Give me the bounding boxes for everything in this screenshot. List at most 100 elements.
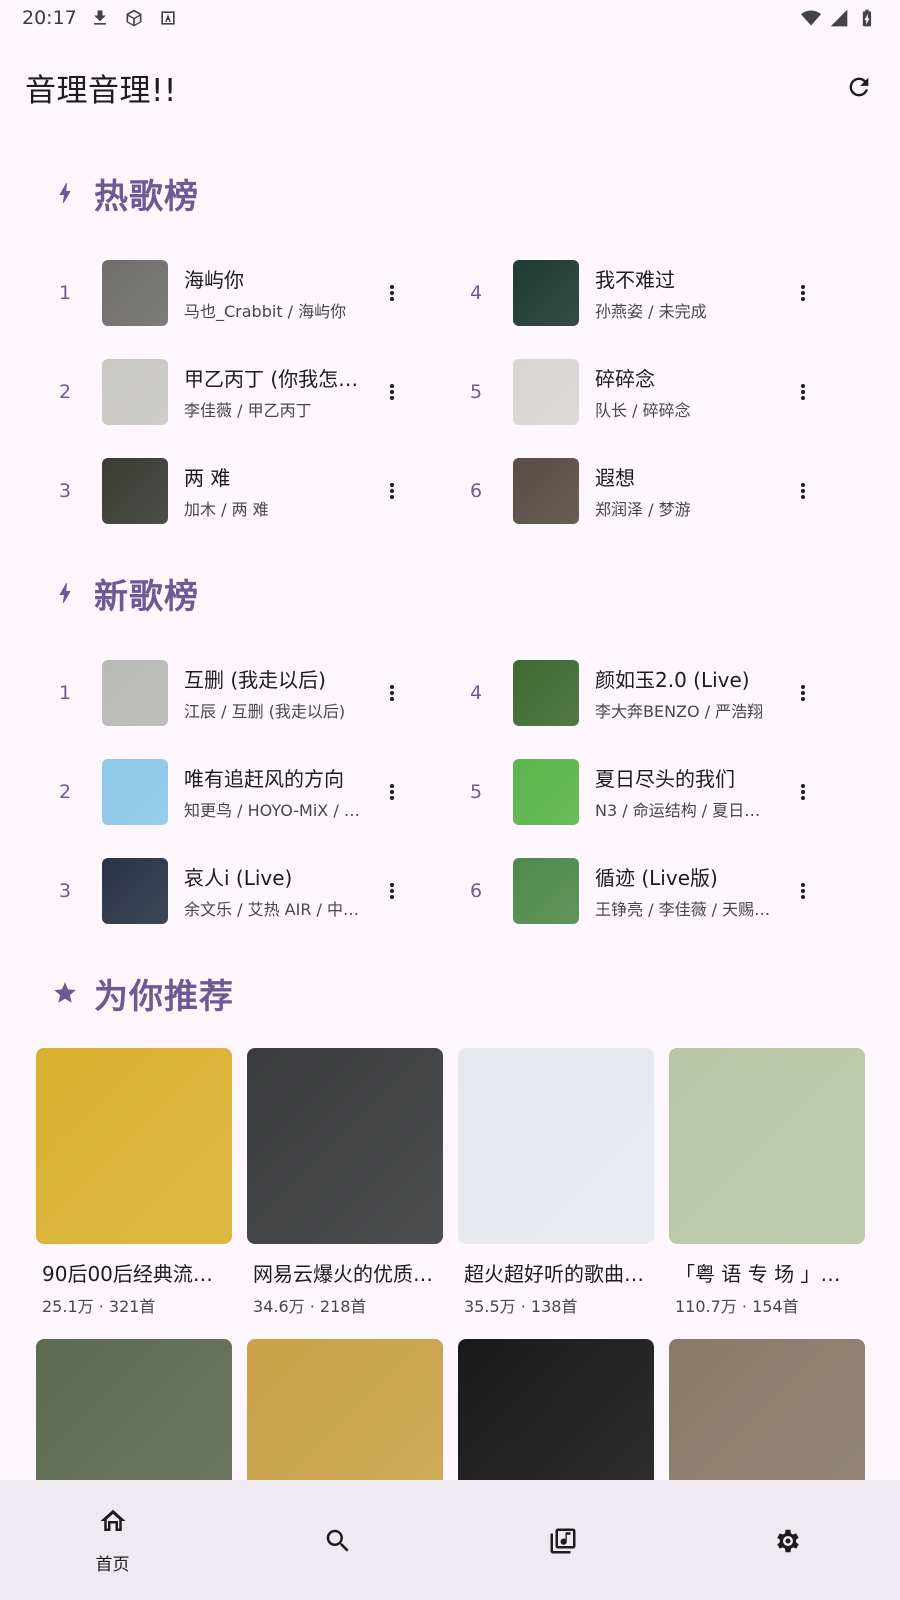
app-bar: 音理音理!!	[0, 55, 900, 119]
song-title: 海屿你	[184, 267, 244, 292]
more-vert-icon	[390, 482, 394, 499]
status-time: 20:17	[22, 7, 77, 29]
song-row[interactable]: 5 夏日尽头的我们 N3 / 命运结构 / 夏日尽头的我们	[456, 742, 867, 841]
more-options-button[interactable]	[372, 273, 412, 313]
settings-icon	[756, 1524, 820, 1558]
song-artist-album: 郑润泽 / 梦游	[595, 499, 691, 519]
new-section-header: 新歌榜	[50, 568, 199, 618]
more-options-button[interactable]	[783, 772, 823, 812]
more-options-button[interactable]	[372, 372, 412, 412]
star-icon	[50, 978, 80, 1008]
playlist-card[interactable]: 网易云爆火的优质歌曲 34.6万 · 218首	[247, 1048, 443, 1317]
song-row[interactable]: 3 哀人i (Live) 余文乐 / 艾热 AIR / 中国说唱巅峰对决	[45, 841, 456, 940]
song-artist-album: 江辰 / 互删 (我走以后)	[184, 701, 346, 721]
nav-home[interactable]: 首页	[0, 1480, 225, 1600]
song-cover	[513, 457, 579, 524]
download-icon	[89, 7, 111, 29]
section-title: 热歌榜	[94, 176, 199, 217]
more-options-button[interactable]	[372, 471, 412, 511]
playlist-card[interactable]: 超火超好听的歌曲合集 35.5万 · 138首	[458, 1048, 654, 1317]
playlist-meta: 34.6万 · 218首	[253, 1297, 367, 1316]
song-cover	[513, 659, 579, 726]
song-row[interactable]: 6 循迹 (Live版) 王铮亮 / 李佳薇 / 天赐的声音	[456, 841, 867, 940]
song-artist-album: 马也_Crabbit / 海屿你	[184, 301, 347, 321]
song-rank: 6	[469, 879, 483, 902]
playlist-card[interactable]: 90后00后经典流行歌曲 25.1万 · 321首	[36, 1048, 232, 1317]
app-title: 音理音理!!	[25, 72, 177, 109]
song-row[interactable]: 4 颜如玉2.0 (Live) 李大奔BENZO / 严浩翔	[456, 643, 867, 742]
more-vert-icon	[801, 783, 805, 800]
a-badge-icon	[157, 7, 179, 29]
song-info: 海屿你马也_Crabbit / 海屿你	[184, 264, 360, 322]
song-rank: 2	[58, 380, 72, 403]
song-cover	[102, 457, 168, 524]
search-icon	[306, 1524, 370, 1558]
song-title: 两 难	[184, 465, 231, 490]
song-rank: 4	[469, 281, 483, 304]
song-row[interactable]: 4 我不难过 孙燕姿 / 未完成	[456, 243, 867, 342]
song-info: 两 难加木 / 两 难	[184, 462, 360, 520]
refresh-icon	[849, 77, 869, 97]
song-row[interactable]: 2 唯有追赶风的方向知更鸟 / HOYO-MiX / 唯有追赶风的方向	[45, 742, 456, 841]
song-artist-album: 队长 / 碎碎念	[595, 400, 691, 420]
song-artist-album: 李佳薇 / 甲乙丙丁	[184, 400, 312, 420]
song-row[interactable]: 1 互删 (我走以后) 江辰 / 互删 (我走以后)	[45, 643, 456, 742]
bottom-navigation: 首页	[0, 1480, 900, 1600]
song-row[interactable]: 1 海屿你 马也_Crabbit / 海屿你	[45, 243, 456, 342]
signal-icon	[828, 7, 850, 29]
song-row[interactable]: 6 遐想 郑润泽 / 梦游	[456, 441, 867, 540]
more-options-button[interactable]	[372, 871, 412, 911]
recommend-section-header: 为你推荐	[50, 968, 234, 1018]
song-cover	[102, 758, 168, 825]
song-row[interactable]: 5 碎碎念 队长 / 碎碎念	[456, 342, 867, 441]
nav-library[interactable]	[450, 1480, 675, 1600]
more-vert-icon	[390, 284, 394, 301]
more-vert-icon	[390, 383, 394, 400]
song-artist-album: 王铮亮 / 李佳薇 / 天赐的声音	[595, 899, 771, 919]
playlist-cover	[458, 1048, 654, 1244]
more-vert-icon	[801, 284, 805, 301]
home-icon	[81, 1504, 145, 1538]
song-title: 夏日尽头的我们	[595, 766, 735, 791]
more-vert-icon	[801, 482, 805, 499]
song-rank: 2	[58, 780, 72, 803]
more-options-button[interactable]	[372, 673, 412, 713]
more-vert-icon	[390, 882, 394, 899]
playlist-cover	[669, 1048, 865, 1244]
song-rank: 1	[58, 681, 72, 704]
more-options-button[interactable]	[783, 871, 823, 911]
song-rank: 6	[469, 479, 483, 502]
nav-settings[interactable]	[675, 1480, 900, 1600]
hot-section-header: 热歌榜	[50, 168, 199, 218]
more-vert-icon	[390, 783, 394, 800]
song-rank: 5	[469, 380, 483, 403]
section-title: 为你推荐	[94, 976, 234, 1017]
song-row[interactable]: 2 甲乙丙丁 (你我怎么不能) 李佳薇 / 甲乙丙丁	[45, 342, 456, 441]
song-row[interactable]: 3 两 难加木 / 两 难	[45, 441, 456, 540]
song-rank: 5	[469, 780, 483, 803]
refresh-button[interactable]	[837, 65, 881, 109]
song-artist-album: N3 / 命运结构 / 夏日尽头的我们	[595, 800, 771, 820]
more-options-button[interactable]	[783, 471, 823, 511]
song-artist-album: 知更鸟 / HOYO-MiX / 唯有追赶风的方向	[184, 800, 360, 820]
song-cover	[102, 659, 168, 726]
hot-song-list: 1 海屿你 马也_Crabbit / 海屿你 4 我不难过 孙燕姿 / 未完成 2 甲乙丙丁 …	[45, 243, 865, 540]
more-options-button[interactable]	[783, 372, 823, 412]
song-cover	[102, 857, 168, 924]
more-options-button[interactable]	[783, 673, 823, 713]
playlist-card[interactable]: 「粤 语 专 场 」精选 110.7万 · 154首	[669, 1048, 865, 1317]
song-title: 甲乙丙丁 (你我怎么不能)	[184, 366, 360, 391]
song-info: 遐想 郑润泽 / 梦游	[595, 462, 771, 520]
bolt-icon	[50, 578, 80, 608]
nav-search[interactable]	[225, 1480, 450, 1600]
more-vert-icon	[801, 383, 805, 400]
song-cover	[513, 358, 579, 425]
more-vert-icon	[390, 684, 394, 701]
playlist-name: 网易云爆火的优质歌曲	[253, 1262, 437, 1286]
wifi-icon	[800, 7, 822, 29]
more-options-button[interactable]	[372, 772, 412, 812]
playlist-name: 超火超好听的歌曲合集	[464, 1262, 648, 1286]
bolt-icon	[50, 178, 80, 208]
song-info: 互删 (我走以后) 江辰 / 互删 (我走以后)	[184, 664, 360, 722]
more-options-button[interactable]	[783, 273, 823, 313]
